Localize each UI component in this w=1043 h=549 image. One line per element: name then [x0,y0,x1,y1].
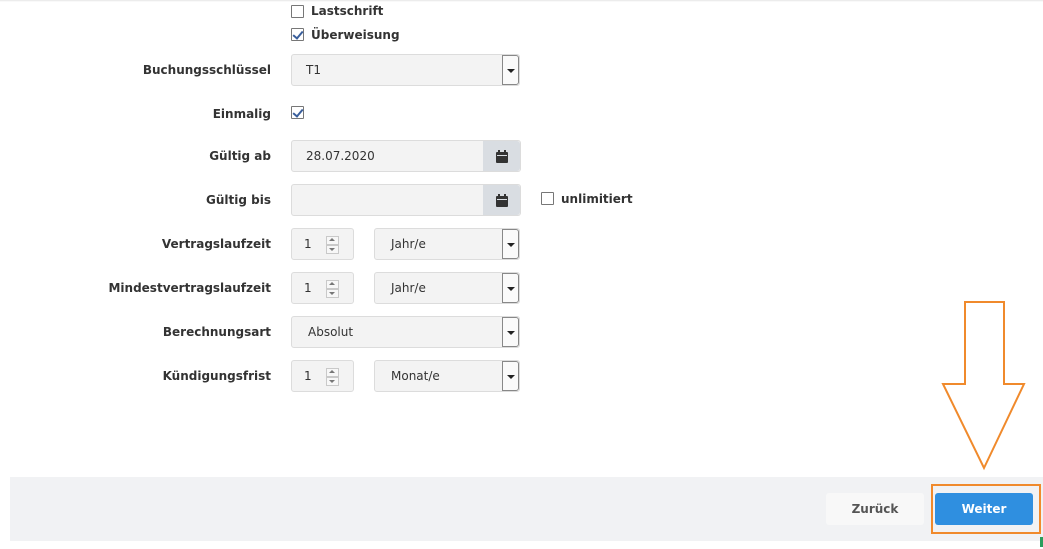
chevron-down-icon[interactable] [502,229,519,259]
gueltig-bis-label: Gültig bis [206,193,271,207]
buchungsschluessel-value: T1 [306,63,321,77]
gueltig-bis-datepicker[interactable] [291,184,521,216]
kuendigungsfrist-value: 1 [304,369,312,383]
highlight-box-annotation [931,484,1041,534]
lastschrift-checkbox[interactable] [291,5,304,18]
vertragslaufzeit-unit-select[interactable]: Jahr/e [374,228,520,260]
chevron-down-icon[interactable] [502,55,519,85]
chevron-down-icon[interactable] [502,317,519,347]
gueltig-ab-datepicker[interactable]: 28.07.2020 [291,140,521,172]
contract-form-page: Lastschrift Überweisung Buchungsschlüsse… [0,0,1043,549]
chevron-up-icon[interactable] [326,368,339,377]
unlimitiert-label: unlimitiert [561,192,633,206]
buchungsschluessel-select[interactable]: T1 [291,54,520,86]
top-divider [0,0,1043,2]
stepper-arrows[interactable] [326,368,339,386]
chevron-down-icon[interactable] [326,245,339,254]
chevron-down-icon[interactable] [326,377,339,386]
vertragslaufzeit-value: 1 [304,237,312,251]
lastschrift-label: Lastschrift [311,4,384,18]
stepper-arrows[interactable] [326,236,339,254]
chevron-down-icon[interactable] [502,273,519,303]
gueltig-ab-label: Gültig ab [209,149,271,163]
vertragslaufzeit-stepper[interactable]: 1 [291,228,354,260]
kuendigungsfrist-unit-value: Monat/e [391,369,440,383]
mindestvertragslaufzeit-value: 1 [304,281,312,295]
mindestvertragslaufzeit-stepper[interactable]: 1 [291,272,354,304]
mindestvertragslaufzeit-unit-value: Jahr/e [391,281,426,295]
chevron-down-icon[interactable] [502,361,519,391]
vertragslaufzeit-label: Vertragslaufzeit [161,237,271,251]
back-button[interactable]: Zurück [826,493,924,525]
chevron-up-icon[interactable] [326,280,339,289]
down-arrow-annotation-icon [941,301,1026,471]
berechnungsart-value: Absolut [308,325,354,339]
calendar-icon [496,194,508,207]
mindestvertragslaufzeit-unit-select[interactable]: Jahr/e [374,272,520,304]
einmalig-label: Einmalig [212,107,271,121]
ueberweisung-checkbox[interactable] [291,28,304,41]
gueltig-ab-value: 28.07.2020 [306,149,375,163]
kuendigungsfrist-stepper[interactable]: 1 [291,360,354,392]
buchungsschluessel-label: Buchungsschlüssel [142,63,271,77]
berechnungsart-label: Berechnungsart [162,325,271,339]
berechnungsart-select[interactable]: Absolut [291,316,520,348]
kuendigungsfrist-label: Kündigungsfrist [162,369,271,383]
stepper-arrows[interactable] [326,280,339,298]
gueltig-bis-calendar-button[interactable] [483,185,520,215]
mindestvertragslaufzeit-label: Mindestvertragslaufzeit [108,281,271,295]
chevron-down-icon[interactable] [326,289,339,298]
calendar-icon [496,150,508,163]
gueltig-ab-calendar-button[interactable] [483,141,520,171]
vertragslaufzeit-unit-value: Jahr/e [391,237,426,251]
unlimitiert-checkbox[interactable] [541,192,554,205]
chevron-up-icon[interactable] [326,236,339,245]
ueberweisung-label: Überweisung [311,28,400,42]
kuendigungsfrist-unit-select[interactable]: Monat/e [374,360,520,392]
einmalig-checkbox[interactable] [291,106,304,119]
